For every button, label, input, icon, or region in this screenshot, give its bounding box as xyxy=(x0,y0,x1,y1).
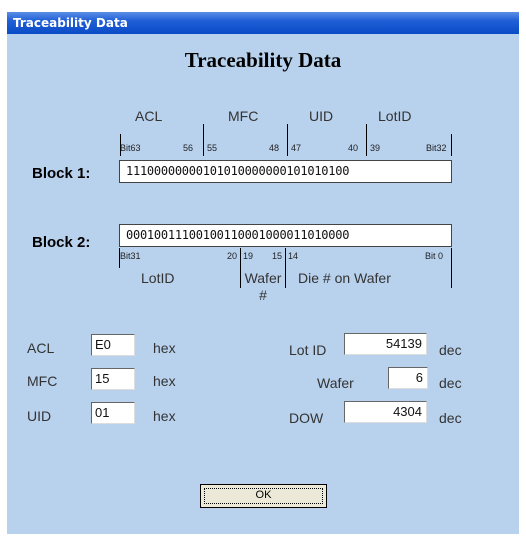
block1-field-acl: ACL xyxy=(135,108,163,124)
block1-bit-label: 47 xyxy=(291,143,302,153)
uid-field[interactable]: 01 xyxy=(91,402,135,424)
uid-unit: hex xyxy=(153,408,176,424)
block1-bit-label: 39 xyxy=(370,143,381,153)
block2-field-lotid: LotID xyxy=(141,270,175,286)
block1-bit-label: Bit32 xyxy=(426,143,447,153)
lot-id-label: Lot ID xyxy=(289,342,327,358)
block1-field-mfc: MFC xyxy=(228,108,259,124)
block1-bit-label: 48 xyxy=(269,143,280,153)
block2-bit-label: 15 xyxy=(272,251,283,261)
block1-divider-end xyxy=(451,134,452,156)
page-title: Traceability Data xyxy=(184,48,342,72)
block1-bit-label: 55 xyxy=(207,143,218,153)
block2-label: Block 2: xyxy=(32,234,91,251)
block1-field-uid: UID xyxy=(309,108,334,124)
dow-unit: dec xyxy=(439,410,462,426)
block1-field-lotid: LotID xyxy=(378,108,412,124)
traceability-window: Traceability Data Traceability Data ACL … xyxy=(7,12,519,534)
block2-divider-end xyxy=(451,248,452,288)
block1-bits-field: 11100000000101010000000101010100 xyxy=(119,160,452,183)
block1-bit-label: 56 xyxy=(183,143,194,153)
title-bar: Traceability Data xyxy=(7,12,519,34)
block2-divider-wafer-die xyxy=(285,248,286,288)
lot-id-field[interactable]: 54139 xyxy=(344,333,427,355)
dow-label: DOW xyxy=(289,410,324,426)
acl-label: ACL xyxy=(27,340,55,356)
acl-unit: hex xyxy=(153,340,176,356)
block2-field-wafer: Wafer # xyxy=(244,270,282,303)
block2-bit-label: 14 xyxy=(288,251,299,261)
block1-bit-label: 40 xyxy=(348,143,359,153)
block2-field-die: Die # on Wafer xyxy=(298,270,391,286)
wafer-label: Wafer xyxy=(317,375,354,391)
acl-field[interactable]: E0 xyxy=(91,334,135,356)
block2-bit-label: Bit31 xyxy=(120,251,141,261)
block1-label: Block 1: xyxy=(32,165,91,182)
block2-bit-label: 20 xyxy=(227,251,238,261)
wafer-field[interactable]: 6 xyxy=(388,367,428,389)
uid-label: UID xyxy=(27,408,52,424)
block2-bit-label: Bit 0 xyxy=(425,251,444,261)
block1-divider-uid-lotid xyxy=(366,124,367,156)
block2-bit-label: 19 xyxy=(243,251,254,261)
ok-button[interactable]: OK xyxy=(200,484,327,508)
wafer-unit: dec xyxy=(439,375,462,391)
mfc-label: MFC xyxy=(27,373,58,389)
mfc-field[interactable]: 15 xyxy=(91,368,135,390)
mfc-unit: hex xyxy=(153,373,176,389)
block2-bits-field: 00010011100100110001000011010000 xyxy=(119,224,452,247)
block1-bit-label: Bit63 xyxy=(120,143,141,153)
block1-divider-acl-mfc xyxy=(203,124,204,156)
block1-divider-mfc-uid xyxy=(287,124,288,156)
lot-id-unit: dec xyxy=(439,342,462,358)
focus-ring xyxy=(204,488,323,504)
dow-field[interactable]: 4304 xyxy=(344,401,427,423)
window-title: Traceability Data xyxy=(13,16,128,30)
